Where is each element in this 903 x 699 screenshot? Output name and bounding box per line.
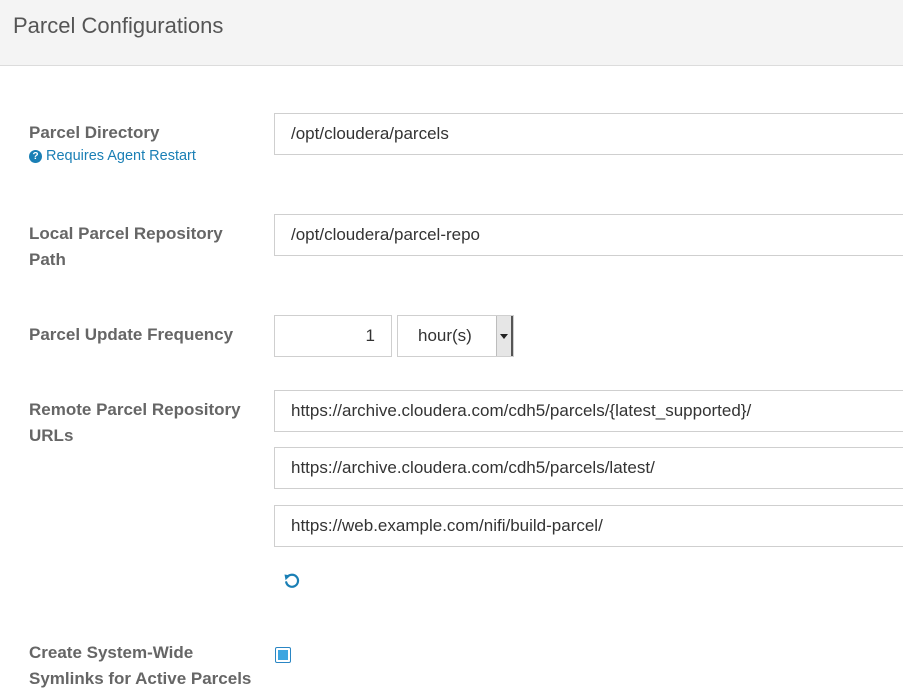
remote-repo-url-input[interactable] xyxy=(274,390,903,432)
dropdown-arrow[interactable] xyxy=(496,316,513,356)
local-repo-label: Local Parcel Repository Path xyxy=(29,224,223,269)
undo-icon[interactable] xyxy=(283,572,301,590)
requires-restart-text: Requires Agent Restart xyxy=(46,148,196,164)
question-circle-icon: ? xyxy=(29,149,42,163)
page-header: Parcel Configurations xyxy=(0,0,903,66)
page-title: Parcel Configurations xyxy=(13,13,224,38)
remote-repo-url-input[interactable] xyxy=(274,505,903,547)
checkbox-checked-fill xyxy=(278,650,288,660)
symlinks-label: Create System-Wide Symlinks for Active P… xyxy=(29,643,252,688)
update-frequency-unit-select[interactable]: hour(s) xyxy=(397,315,514,357)
parcel-directory-label: Parcel Directory xyxy=(29,123,160,142)
symlinks-checkbox[interactable] xyxy=(275,647,291,663)
local-repo-input[interactable] xyxy=(274,214,903,256)
remote-repos-label: Remote Parcel Repository URLs xyxy=(29,400,241,445)
parcel-directory-input[interactable] xyxy=(274,113,903,155)
remote-repo-url-input[interactable] xyxy=(274,447,903,489)
requires-restart-link[interactable]: ? Requires Agent Restart xyxy=(29,148,196,164)
unit-selected-value: hour(s) xyxy=(418,326,472,345)
update-frequency-label: Parcel Update Frequency xyxy=(29,325,234,344)
update-frequency-input[interactable] xyxy=(274,315,392,357)
caret-down-icon xyxy=(500,333,508,339)
